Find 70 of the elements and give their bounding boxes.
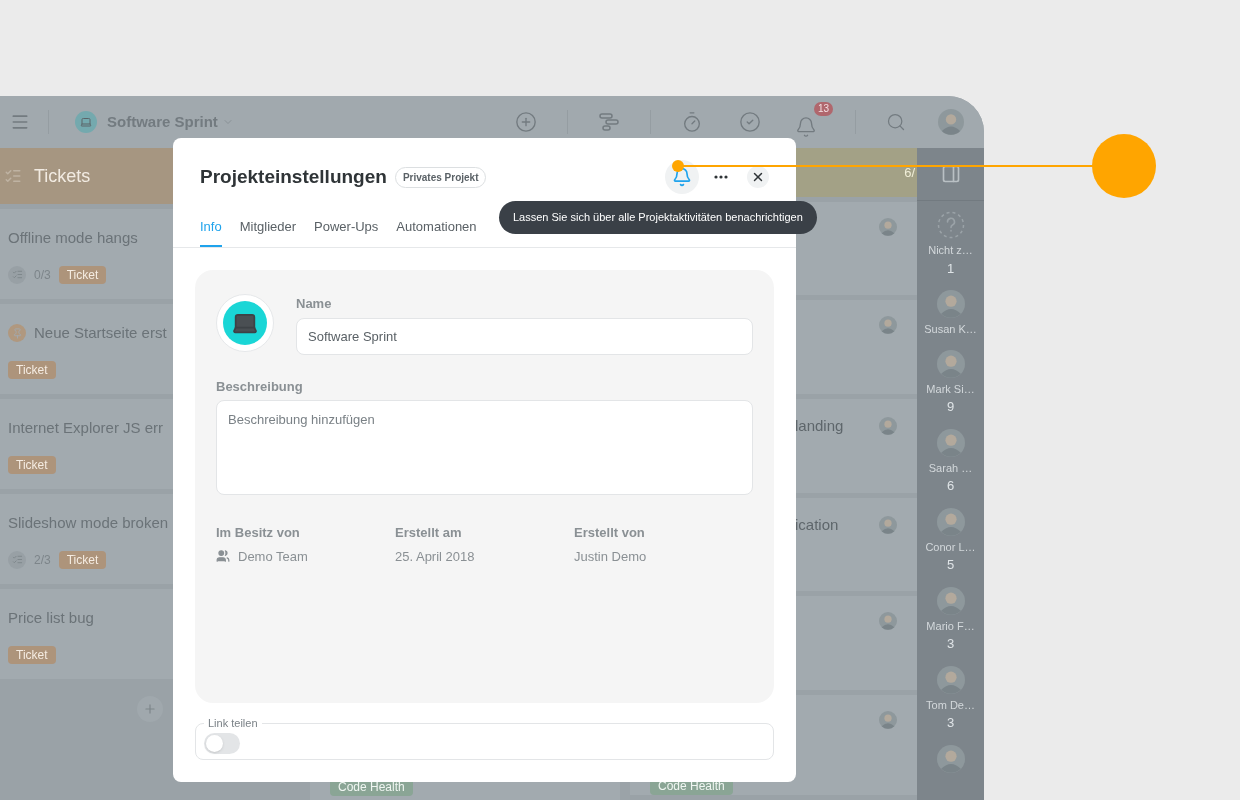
bell-icon bbox=[795, 116, 817, 138]
team-icon bbox=[216, 549, 230, 564]
avatar bbox=[879, 316, 897, 335]
person-name: Sarah … bbox=[928, 460, 973, 476]
tab[interactable]: Mitglieder bbox=[239, 216, 297, 247]
tab[interactable]: Info bbox=[200, 216, 222, 247]
close-button[interactable] bbox=[747, 166, 769, 188]
callout-marker bbox=[1092, 134, 1156, 198]
list-icon bbox=[4, 167, 22, 185]
panel-icon bbox=[940, 164, 961, 184]
project-icon bbox=[75, 111, 97, 133]
meta-value: 25. April 2018 bbox=[395, 547, 475, 566]
user-avatar bbox=[938, 109, 964, 135]
pin-icon bbox=[8, 324, 26, 343]
notifications-button[interactable]: 13 bbox=[789, 102, 833, 142]
tooltip: Lassen Sie sich über alle Projektaktivitäten benachrichtigen bbox=[499, 201, 817, 234]
avatar bbox=[936, 428, 965, 457]
column-title: Tickets bbox=[34, 164, 91, 188]
avatar bbox=[936, 349, 965, 378]
name-field[interactable]: Software Sprint bbox=[296, 317, 753, 355]
avatar bbox=[879, 515, 897, 534]
avatar bbox=[879, 710, 897, 729]
tab[interactable]: Power-Ups bbox=[314, 216, 379, 247]
add-card-button[interactable] bbox=[137, 696, 163, 722]
notification-badge: 13 bbox=[813, 102, 833, 116]
more-icon bbox=[714, 175, 728, 179]
person-name: Susan K… bbox=[924, 322, 977, 337]
checklist-icon bbox=[8, 265, 26, 284]
plus-icon bbox=[143, 702, 157, 716]
meta-label: Erstellt von bbox=[574, 524, 646, 542]
avatar bbox=[879, 417, 897, 436]
tag: Ticket bbox=[58, 265, 107, 284]
dialog-title: Projekteinstellungen bbox=[200, 164, 387, 189]
checklist-icon bbox=[8, 550, 26, 569]
person-name: Mario F… bbox=[926, 618, 975, 634]
task-count: 3 bbox=[946, 714, 955, 732]
avatar bbox=[936, 586, 965, 615]
unassigned-icon bbox=[936, 211, 965, 239]
bell-icon bbox=[672, 167, 692, 187]
card-title: landing bbox=[794, 416, 844, 437]
avatar bbox=[936, 507, 965, 536]
person-name: Nicht z… bbox=[928, 243, 973, 258]
meta-label: Im Besitz von bbox=[216, 524, 301, 542]
tag: Ticket bbox=[8, 645, 56, 664]
tag: Ticket bbox=[8, 360, 56, 379]
meta-label: Erstellt am bbox=[395, 524, 463, 542]
menu-icon bbox=[10, 112, 30, 132]
avatar bbox=[936, 744, 965, 773]
meta-value: Justin Demo bbox=[574, 547, 647, 566]
tab[interactable]: Automationen bbox=[396, 216, 477, 247]
task-count: 9 bbox=[946, 398, 955, 416]
avatar bbox=[936, 665, 965, 694]
avatar bbox=[936, 290, 965, 318]
card-count: 6/ bbox=[904, 163, 915, 182]
tag: Ticket bbox=[58, 550, 107, 569]
avatar bbox=[879, 217, 897, 236]
description-field[interactable]: Beschreibung hinzufügen bbox=[216, 400, 753, 495]
close-icon bbox=[751, 170, 765, 184]
tag: Ticket bbox=[8, 455, 56, 474]
person-name: Mark Si… bbox=[926, 381, 975, 397]
person-name: Tom De… bbox=[926, 697, 975, 713]
person-name: Conor L… bbox=[925, 539, 976, 555]
avatar bbox=[879, 612, 897, 631]
task-count: 5 bbox=[946, 556, 955, 574]
card-title: ication bbox=[794, 514, 839, 535]
task-count: 6 bbox=[946, 477, 955, 495]
group-label: Link teilen bbox=[207, 716, 259, 731]
task-count: 1 bbox=[946, 259, 955, 278]
task-count: 3 bbox=[946, 635, 955, 653]
share-toggle[interactable] bbox=[204, 732, 240, 754]
